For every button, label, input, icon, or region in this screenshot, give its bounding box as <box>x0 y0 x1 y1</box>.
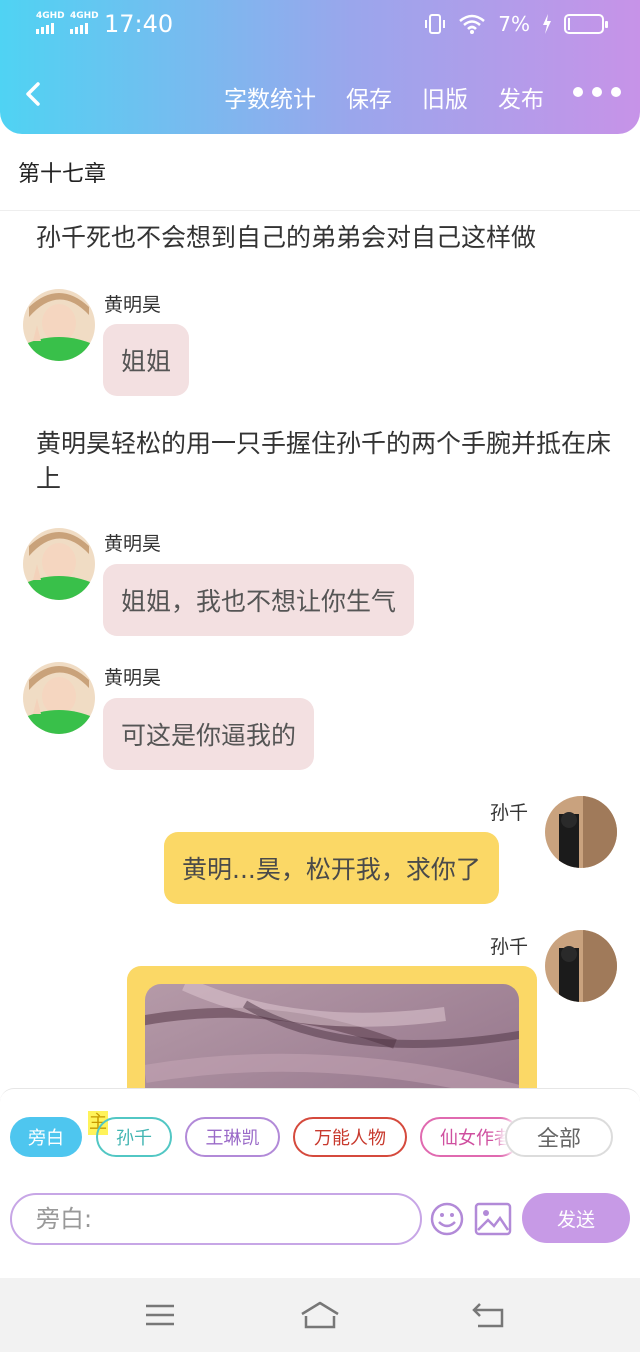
clock: 17:40 <box>104 10 174 38</box>
emoji-icon[interactable] <box>429 1201 465 1237</box>
role-chip-universal-character[interactable]: 万能人物 <box>293 1117 407 1157</box>
input-panel: 旁白 主 孙千 王琳凯 万能人物 仙女作者 全部 旁白: 发送 <box>0 1088 640 1246</box>
menu-icon[interactable] <box>140 1300 180 1330</box>
role-chip-wanglinkai[interactable]: 王琳凯 <box>185 1117 280 1157</box>
wifi-icon <box>459 14 486 34</box>
character-name: 孙千 <box>490 802 529 824</box>
narration-message[interactable]: 孙千死也不会想到自己的弟弟会对自己这样做 <box>36 220 616 255</box>
avatar[interactable] <box>23 662 95 734</box>
sim1-label: 4GHD <box>36 11 65 21</box>
old-version-button[interactable]: 旧版 <box>422 80 468 114</box>
avatar[interactable] <box>23 289 95 361</box>
avatar[interactable] <box>545 796 617 868</box>
narration-message[interactable]: 黄明昊轻松的用一只手握住孙千的两个手腕并抵在床上 <box>36 426 616 496</box>
image-icon[interactable] <box>474 1202 512 1236</box>
battery-icon <box>564 14 608 34</box>
avatar[interactable] <box>23 528 95 600</box>
divider <box>0 210 640 211</box>
role-chip-sunqian[interactable]: 孙千 <box>96 1117 172 1157</box>
app-header: 4GHD 4GHD 17:40 7% 字数统计 保存 旧版 发布 <box>0 0 640 134</box>
word-count-button[interactable]: 字数统计 <box>224 80 316 114</box>
message-input[interactable]: 旁白: <box>10 1193 422 1245</box>
signal-icon-sim1: 4GHD <box>36 12 66 34</box>
signal-icon-sim2: 4GHD <box>70 12 100 34</box>
message-bubble[interactable]: 姐姐，我也不想让你生气 <box>103 564 415 636</box>
message-bubble[interactable]: 姐姐 <box>103 324 190 396</box>
character-name: 黄明昊 <box>104 294 162 316</box>
publish-button[interactable]: 发布 <box>498 80 544 114</box>
avatar[interactable] <box>545 930 617 1002</box>
battery-percent: 7% <box>498 12 530 36</box>
send-button[interactable]: 发送 <box>522 1193 630 1243</box>
home-icon[interactable] <box>298 1300 342 1330</box>
back-icon[interactable] <box>18 78 50 110</box>
all-roles-button[interactable]: 全部 <box>505 1117 613 1157</box>
toolbar: 字数统计 保存 旧版 发布 <box>0 66 640 126</box>
message-bubble[interactable]: 可这是你逼我的 <box>103 698 315 770</box>
character-name: 黄明昊 <box>104 667 162 689</box>
character-name: 孙千 <box>490 936 529 958</box>
vibrate-icon <box>425 14 446 34</box>
sim2-label: 4GHD <box>70 11 99 21</box>
charging-icon <box>543 14 551 34</box>
image-message[interactable] <box>127 966 537 1106</box>
back-nav-icon[interactable] <box>470 1300 510 1330</box>
character-name: 黄明昊 <box>104 533 162 555</box>
status-bar: 4GHD 4GHD 17:40 7% <box>0 0 640 52</box>
message-bubble[interactable]: 黄明...昊，松开我，求你了 <box>164 832 499 904</box>
more-icon[interactable] <box>572 82 622 102</box>
chapter-title[interactable]: 第十七章 <box>18 156 106 188</box>
system-nav-bar <box>0 1278 640 1352</box>
role-chip-narration[interactable]: 旁白 <box>10 1117 82 1157</box>
save-button[interactable]: 保存 <box>346 80 392 114</box>
